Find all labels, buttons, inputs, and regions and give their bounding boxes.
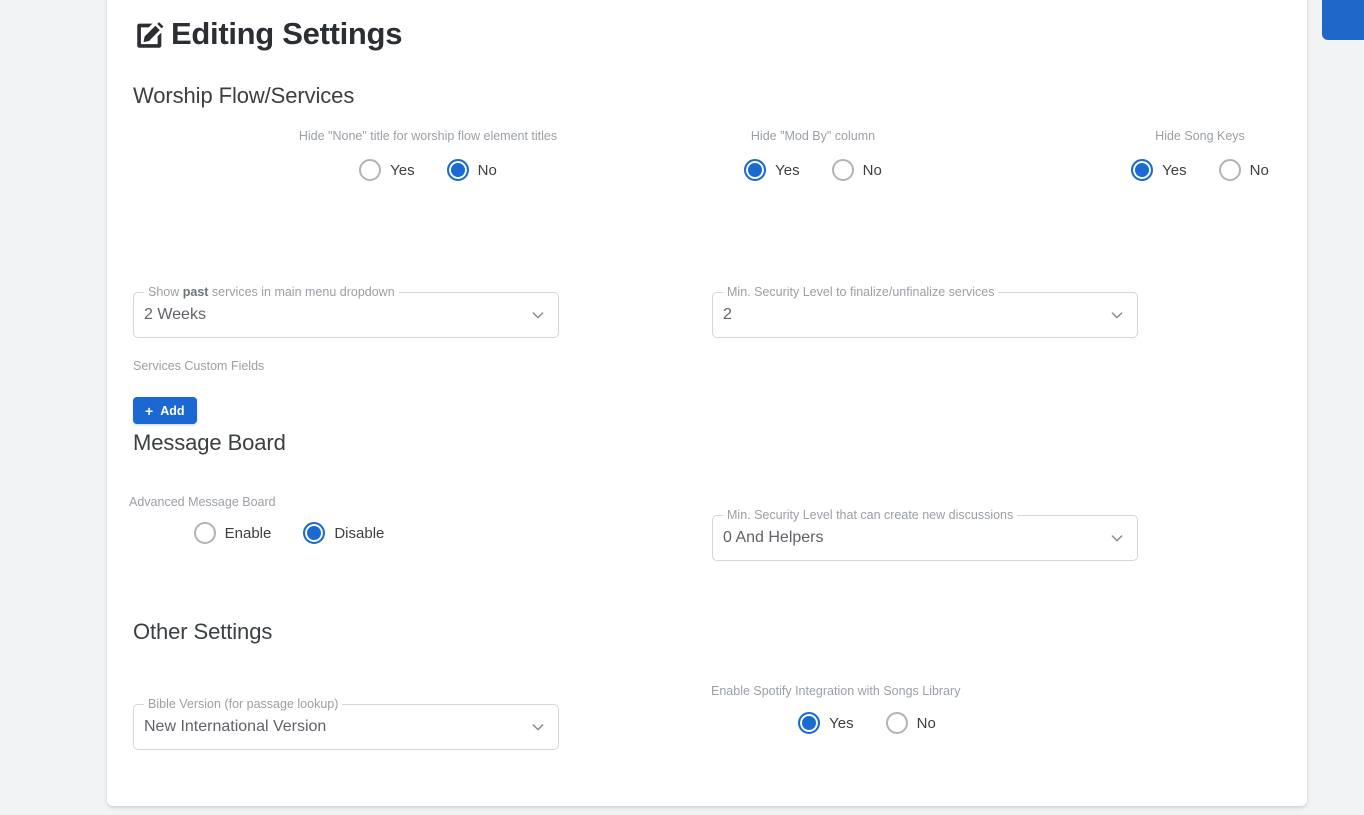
chevron-down-icon[interactable] bbox=[1109, 530, 1125, 546]
page-title-text: Editing Settings bbox=[171, 18, 402, 49]
settings-card: Editing Settings Worship Flow/Services H… bbox=[107, 0, 1307, 806]
radio-option-yes[interactable]: Yes bbox=[359, 159, 414, 181]
radio-option-label: Yes bbox=[1162, 162, 1186, 179]
radio-options: Yes No bbox=[1041, 159, 1307, 181]
radio-option-yes[interactable]: Yes bbox=[798, 712, 853, 734]
radio-options: Enable Disable bbox=[129, 522, 449, 544]
select-show-past-services[interactable]: Show past services in main menu dropdown… bbox=[133, 292, 559, 338]
radio-circle-icon[interactable] bbox=[447, 159, 469, 181]
radio-group-caption: Hide Song Keys bbox=[1041, 129, 1307, 143]
plus-icon: + bbox=[145, 404, 153, 418]
radio-group-spotify-integration: Yes No bbox=[707, 712, 1027, 734]
radio-circle-icon[interactable] bbox=[832, 159, 854, 181]
radio-group-caption: Hide "None" title for worship flow eleme… bbox=[211, 129, 645, 143]
select-label-suffix: services in main menu dropdown bbox=[208, 285, 394, 299]
radio-option-enable[interactable]: Enable bbox=[194, 522, 272, 544]
radio-option-label: No bbox=[1250, 162, 1269, 179]
radio-options: Yes No bbox=[654, 159, 972, 181]
radio-option-label: Disable bbox=[334, 525, 384, 542]
radio-circle-icon[interactable] bbox=[1131, 159, 1153, 181]
radio-group-hide-none-title: Hide "None" title for worship flow eleme… bbox=[211, 129, 645, 181]
edit-pencil-icon bbox=[133, 18, 167, 52]
section-heading-message-board: Message Board bbox=[133, 432, 286, 454]
select-bible-version[interactable]: Bible Version (for passage lookup) New I… bbox=[133, 704, 559, 750]
select-value: 2 Weeks bbox=[144, 306, 530, 324]
select-label: Min. Security Level that can create new … bbox=[723, 509, 1017, 522]
select-label-prefix: Show bbox=[148, 285, 183, 299]
select-value: 2 bbox=[723, 306, 1109, 324]
radio-circle-icon[interactable] bbox=[886, 712, 908, 734]
radio-option-yes[interactable]: Yes bbox=[744, 159, 799, 181]
radio-option-no[interactable]: No bbox=[447, 159, 497, 181]
select-label: Min. Security Level to finalize/unfinali… bbox=[723, 286, 998, 299]
radio-circle-icon[interactable] bbox=[1219, 159, 1241, 181]
page-title: Editing Settings bbox=[133, 0, 1281, 54]
radio-circle-icon[interactable] bbox=[744, 159, 766, 181]
radio-circle-icon[interactable] bbox=[194, 522, 216, 544]
radio-option-label: No bbox=[917, 715, 936, 732]
radio-option-label: Enable bbox=[225, 525, 272, 542]
settings-card-content: Editing Settings Worship Flow/Services H… bbox=[107, 0, 1307, 806]
radio-option-no[interactable]: No bbox=[886, 712, 936, 734]
radio-group-hide-mod-by-column: Hide "Mod By" column Yes No bbox=[654, 129, 972, 181]
chevron-down-icon[interactable] bbox=[1109, 307, 1125, 323]
section-heading-other-settings: Other Settings bbox=[133, 621, 272, 643]
radio-circle-icon[interactable] bbox=[303, 522, 325, 544]
radio-group-advanced-message-board: Enable Disable bbox=[129, 522, 449, 544]
select-value: 0 And Helpers bbox=[723, 529, 1109, 547]
chevron-down-icon[interactable] bbox=[530, 719, 546, 735]
radio-circle-icon[interactable] bbox=[359, 159, 381, 181]
select-label: Show past services in main menu dropdown bbox=[144, 286, 399, 299]
radio-option-label: Yes bbox=[829, 715, 853, 732]
radio-option-label: Yes bbox=[390, 162, 414, 179]
spotify-integration-label: Enable Spotify Integration with Songs Li… bbox=[711, 685, 960, 698]
floating-action-button[interactable] bbox=[1322, 0, 1364, 40]
select-min-security-finalize[interactable]: Min. Security Level to finalize/unfinali… bbox=[712, 292, 1138, 338]
radio-options: Yes No bbox=[707, 712, 1027, 734]
section-heading-worship: Worship Flow/Services bbox=[133, 85, 354, 107]
add-button-label: Add bbox=[160, 404, 184, 418]
radio-option-label: No bbox=[863, 162, 882, 179]
services-custom-fields-label: Services Custom Fields bbox=[133, 360, 264, 373]
page-root: Editing Settings Worship Flow/Services H… bbox=[0, 0, 1364, 815]
chevron-down-icon[interactable] bbox=[530, 307, 546, 323]
select-label: Bible Version (for passage lookup) bbox=[144, 698, 342, 711]
select-label-bold: past bbox=[183, 285, 209, 299]
radio-option-no[interactable]: No bbox=[1219, 159, 1269, 181]
select-value: New International Version bbox=[144, 718, 530, 736]
radio-option-label: Yes bbox=[775, 162, 799, 179]
radio-option-label: No bbox=[478, 162, 497, 179]
radio-option-no[interactable]: No bbox=[832, 159, 882, 181]
radio-options: Yes No bbox=[211, 159, 645, 181]
radio-group-caption: Hide "Mod By" column bbox=[654, 129, 972, 143]
select-min-security-new-discussions[interactable]: Min. Security Level that can create new … bbox=[712, 515, 1138, 561]
radio-group-hide-song-keys: Hide Song Keys Yes No bbox=[1041, 129, 1307, 181]
add-custom-field-button[interactable]: + Add bbox=[133, 397, 197, 424]
radio-circle-icon[interactable] bbox=[798, 712, 820, 734]
radio-option-yes[interactable]: Yes bbox=[1131, 159, 1186, 181]
advanced-message-board-label: Advanced Message Board bbox=[129, 496, 276, 509]
radio-option-disable[interactable]: Disable bbox=[303, 522, 384, 544]
